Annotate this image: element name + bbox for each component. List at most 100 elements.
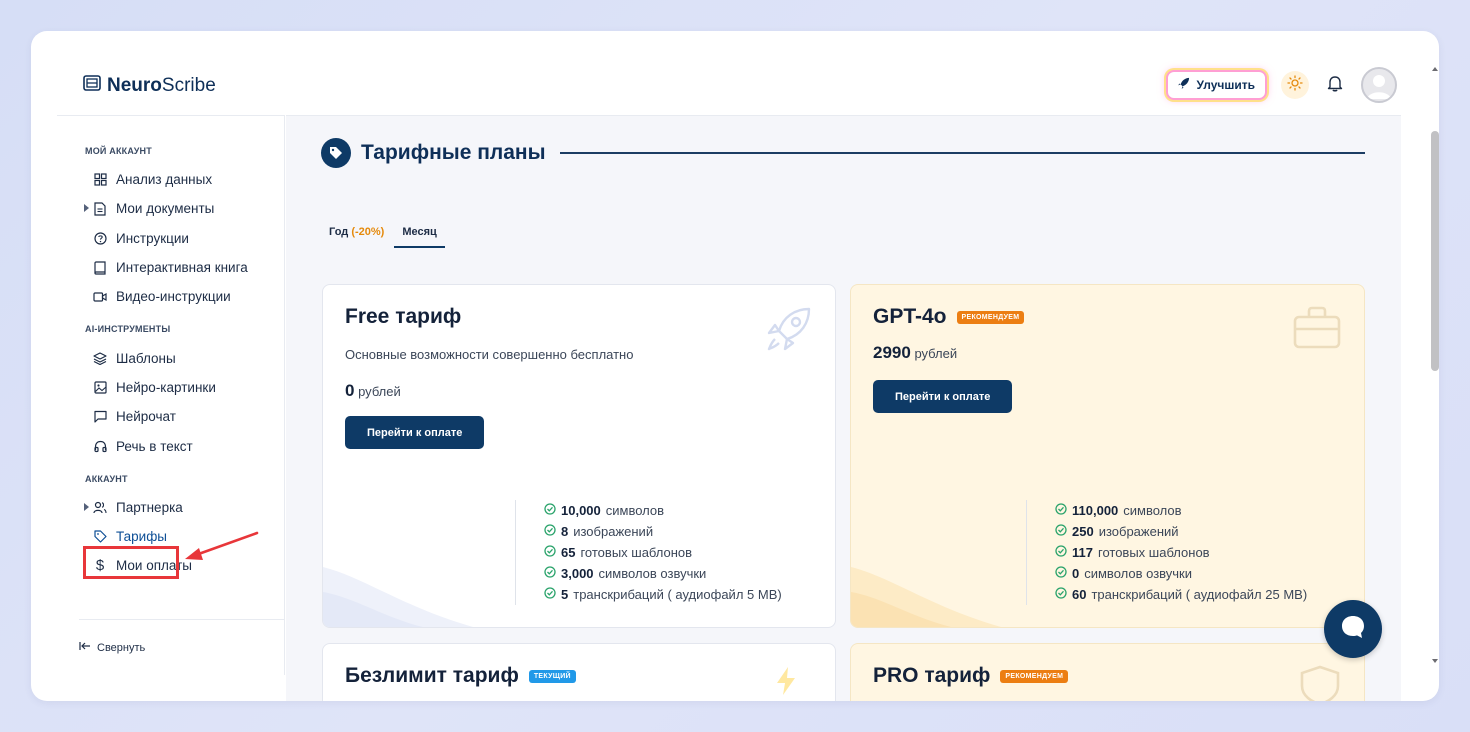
sidebar-item-documents[interactable]: Мои документы	[57, 194, 284, 223]
logo-icon	[83, 75, 101, 97]
sidebar-item-speech-to-text[interactable]: Речь в текст	[57, 431, 284, 460]
page-title-row: Тарифные планы	[321, 138, 1365, 168]
tariff-card-free: Free тариф Основные возможности совершен…	[322, 284, 836, 628]
title-divider	[559, 152, 1365, 154]
sidebar-item-templates[interactable]: Шаблоны	[57, 343, 284, 372]
current-badge: ТЕКУЩИЙ	[528, 669, 576, 683]
lightning-icon	[775, 666, 797, 701]
check-circle-icon	[1055, 566, 1067, 581]
book-icon	[93, 260, 107, 275]
card-wave-decoration	[851, 567, 1001, 627]
briefcase-icon	[1292, 305, 1342, 356]
annotation-highlight-box	[83, 546, 179, 579]
feature-item: 250 изображений	[1055, 521, 1307, 542]
page-scrollbar[interactable]	[1429, 61, 1439, 671]
check-circle-icon	[1055, 587, 1067, 602]
video-camera-icon	[93, 290, 107, 304]
pay-button[interactable]: Перейти к оплате	[873, 380, 1013, 413]
sidebar-section-title: AI-ИНСТРУМЕНТЫ	[85, 324, 171, 335]
sidebar-item-label: Тарифы	[116, 529, 168, 545]
app-logo[interactable]: NeuroScribe	[83, 75, 216, 97]
sun-icon	[1287, 74, 1303, 96]
check-circle-icon	[1055, 545, 1067, 560]
upgrade-button[interactable]: Улучшить	[1165, 70, 1267, 100]
notifications-button[interactable]	[1323, 73, 1347, 97]
user-avatar[interactable]	[1361, 67, 1397, 103]
theme-toggle-button[interactable]	[1281, 71, 1309, 99]
expand-caret-icon[interactable]	[84, 204, 89, 213]
check-circle-icon	[1055, 503, 1067, 518]
grid-icon	[93, 173, 107, 187]
sidebar-item-label: Мои документы	[116, 201, 215, 217]
bell-icon	[1327, 74, 1343, 97]
page-title: Тарифные планы	[361, 141, 546, 164]
sidebar-item-label: Видео-инструкции	[116, 289, 231, 305]
feature-item: 5 транскрибаций ( аудиофайл 5 MB)	[544, 584, 782, 605]
check-circle-icon	[544, 503, 556, 518]
shield-icon	[1298, 664, 1342, 701]
sidebar-item-neurochat[interactable]: Нейрочат	[57, 402, 284, 431]
tariff-subtitle: Основные возможности совершенно бесплатн…	[345, 347, 634, 362]
sidebar-item-interactive-book[interactable]: Интерактивная книга	[57, 253, 284, 282]
tariff-card-unlimited: Безлимит тариф ТЕКУЩИЙ	[322, 643, 836, 701]
logo-text-light: Scribe	[161, 75, 216, 96]
sidebar-item-label: Речь в текст	[116, 438, 193, 454]
feature-item: 10,000 символов	[544, 500, 782, 521]
sidebar-item-label: Анализ данных	[116, 172, 213, 188]
tariff-features: 10,000 символов 8 изображений 65 готовых ша…	[515, 500, 782, 605]
app-window: NeuroScribe Улучшить МОЙ АККАУНТ Анализ …	[31, 31, 1439, 701]
sidebar-item-label: Нейрочат	[116, 409, 176, 425]
rocket-icon	[1177, 77, 1190, 93]
check-circle-icon	[544, 545, 556, 560]
tab-year[interactable]: Год (-20%)	[329, 226, 384, 248]
check-circle-icon	[1055, 524, 1067, 539]
tag-icon	[93, 530, 107, 544]
header-actions: Улучшить	[1165, 67, 1397, 103]
main-content: Тарифные планы Год (-20%) Месяц Free тар…	[286, 115, 1401, 701]
tariff-card-pro: PRO тариф РЕКОМЕНДУЕМ	[850, 643, 1365, 701]
sidebar-item-neuro-images[interactable]: Нейро-картинки	[57, 373, 284, 402]
rocket-icon	[763, 305, 813, 360]
sidebar-item-label: Нейро-картинки	[116, 379, 216, 395]
feature-item: 3,000 символов озвучки	[544, 563, 782, 584]
tariff-title: PRO тариф РЕКОМЕНДУЕМ	[873, 664, 1069, 688]
tariff-title: Free тариф	[345, 305, 462, 328]
sidebar-item-partner[interactable]: Партнерка	[57, 493, 284, 522]
tag-icon	[321, 138, 351, 168]
collapse-sidebar-button[interactable]: Свернуть	[79, 619, 285, 675]
check-circle-icon	[544, 524, 556, 539]
upgrade-label: Улучшить	[1196, 78, 1255, 92]
pay-button[interactable]: Перейти к оплате	[345, 416, 485, 449]
sidebar: МОЙ АККАУНТ Анализ данных Мои документы …	[57, 115, 285, 675]
logo-text-bold: Neuro	[107, 75, 162, 96]
card-wave-decoration	[323, 567, 473, 627]
sidebar-item-analytics[interactable]: Анализ данных	[57, 165, 284, 194]
billing-period-tabs: Год (-20%) Месяц	[329, 226, 445, 248]
collapse-label: Свернуть	[97, 641, 146, 654]
document-icon	[93, 202, 107, 216]
scrollbar-thumb[interactable]	[1431, 131, 1439, 371]
expand-caret-icon[interactable]	[84, 502, 89, 511]
tab-year-discount: (-20%)	[351, 226, 385, 238]
tariff-title: Безлимит тариф ТЕКУЩИЙ	[345, 664, 576, 688]
layers-icon	[93, 351, 107, 365]
sidebar-item-video-instructions[interactable]: Видео-инструкции	[57, 282, 284, 311]
tab-month-label: Месяц	[402, 226, 437, 238]
feature-item: 110,000 символов	[1055, 500, 1307, 521]
scroll-up-icon[interactable]	[1430, 65, 1439, 73]
help-circle-icon	[93, 231, 107, 245]
users-icon	[93, 500, 107, 514]
sidebar-item-instructions[interactable]: Инструкции	[57, 224, 284, 253]
chat-support-button[interactable]	[1324, 600, 1382, 658]
feature-item: 60 транскрибаций ( аудиофайл 25 MB)	[1055, 584, 1307, 605]
tab-year-label: Год	[329, 226, 349, 238]
scroll-down-icon[interactable]	[1430, 657, 1439, 665]
feature-item: 65 готовых шаблонов	[544, 542, 782, 563]
sidebar-section-title: АККАУНТ	[85, 473, 128, 484]
feature-item: 117 готовых шаблонов	[1055, 542, 1307, 563]
tariff-card-gpt4o: GPT-4o РЕКОМЕНДУЕМ 2990 рублей Перейти к …	[850, 284, 1365, 628]
tab-month[interactable]: Месяц	[394, 226, 445, 248]
feature-item: 0 символов озвучки	[1055, 563, 1307, 584]
tariff-title: GPT-4o РЕКОМЕНДУЕМ	[873, 305, 1025, 329]
collapse-arrow-icon	[79, 641, 91, 654]
